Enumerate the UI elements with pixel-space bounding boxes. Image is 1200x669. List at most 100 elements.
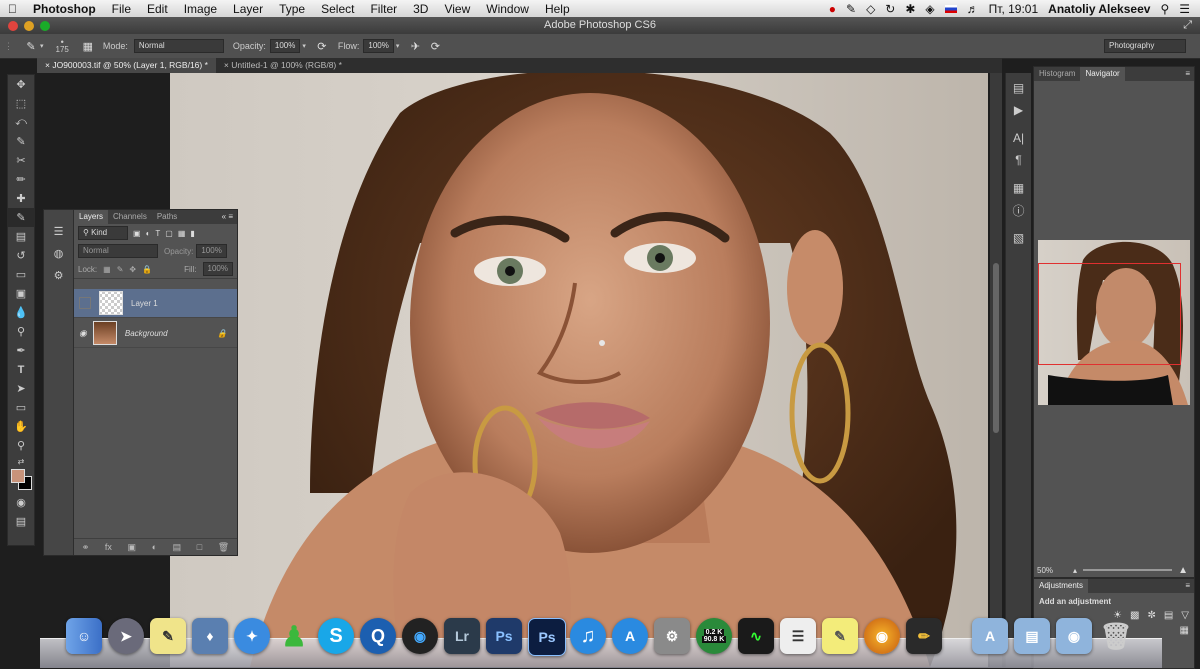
lock-all-icon[interactable]: 🔒 [142, 265, 152, 274]
menu-3d[interactable]: 3D [405, 2, 436, 16]
apple-icon[interactable]:  [0, 2, 25, 16]
tab-adjustments[interactable]: Adjustments [1034, 579, 1089, 593]
app-store-icon[interactable]: A [612, 618, 648, 654]
hand-tool-icon[interactable]: ✋ [8, 417, 34, 436]
spot-healing-tool-icon[interactable]: ✚ [8, 189, 34, 208]
activity-monitor-icon[interactable]: ∿ [738, 618, 774, 654]
menu-app-name[interactable]: Photoshop [25, 2, 104, 16]
shape-tool-icon[interactable]: ▭ [8, 398, 34, 417]
pen-tool-icon[interactable]: ✒ [8, 341, 34, 360]
add-mask-icon[interactable]: ▣ [128, 542, 137, 553]
doc-tab-inactive[interactable]: × Untitled-1 @ 100% (RGB/8) * [216, 58, 350, 73]
photoshop-icon[interactable]: Ps [486, 618, 522, 654]
workspace-select[interactable]: Photography [1104, 39, 1186, 53]
marquee-tool-icon[interactable]: ⬚ [8, 94, 34, 113]
lock-image-icon[interactable]: ✎ [117, 265, 124, 274]
close-window-button[interactable] [8, 21, 18, 31]
filter-toggle-icon[interactable]: ▮ [190, 229, 194, 238]
filter-adjustment-icon[interactable]: ◐ [146, 229, 151, 238]
layer-name[interactable]: Layer 1 [131, 299, 158, 308]
canvas-vertical-scrollbar[interactable] [990, 73, 1002, 667]
path-select-tool-icon[interactable]: ➤ [8, 379, 34, 398]
menu-type[interactable]: Type [271, 2, 313, 16]
visibility-toggle[interactable] [79, 297, 91, 309]
uploader-icon[interactable]: ◉ [864, 618, 900, 654]
new-adjustment-icon[interactable]: ◐ [152, 542, 157, 552]
itunes-dark-icon[interactable]: ◉ [402, 618, 438, 654]
info-panel-icon[interactable]: ⓘ [1006, 199, 1031, 221]
blur-tool-icon[interactable]: 💧 [8, 303, 34, 322]
history-panel-icon[interactable]: ▤ [1006, 77, 1031, 99]
lock-transparent-icon[interactable]: ▦ [103, 265, 111, 274]
tab-histogram[interactable]: Histogram [1034, 67, 1080, 81]
crop-tool-icon[interactable]: ✂ [8, 151, 34, 170]
brush-presets-icon[interactable]: ▦ [1006, 177, 1031, 199]
layers-panel-icon[interactable]: ☰ [44, 220, 73, 242]
tab-navigator[interactable]: Navigator [1080, 67, 1125, 81]
brush-preset-dropdown-icon[interactable]: ▾ [40, 42, 44, 50]
vibrance-icon[interactable]: ▽ [1181, 610, 1189, 621]
menu-help[interactable]: Help [537, 2, 578, 16]
applications-folder-icon[interactable]: A [972, 618, 1008, 654]
menu-view[interactable]: View [436, 2, 478, 16]
pressure-opacity-icon[interactable]: ⟳ [315, 39, 329, 53]
filter-shape-icon[interactable]: ▢ [165, 229, 173, 238]
safari-icon[interactable]: ✦ [234, 618, 270, 654]
lightroom-icon[interactable]: Lr [444, 618, 480, 654]
delete-layer-icon[interactable]: 🗑 [218, 542, 229, 553]
layer-style-icon[interactable]: fx [105, 542, 112, 552]
pencil-app-icon[interactable]: ✏ [906, 618, 942, 654]
menu-window[interactable]: Window [478, 2, 537, 16]
swap-colors-icon[interactable]: ⇄ [8, 455, 34, 467]
trash-icon[interactable]: 🗑 [1098, 618, 1134, 654]
clone-stamp-tool-icon[interactable]: ▤ [8, 227, 34, 246]
opacity-dropdown-icon[interactable]: ▾ [302, 42, 306, 50]
tab-channels[interactable]: Channels [108, 210, 152, 224]
dodge-tool-icon[interactable]: ⚲ [8, 322, 34, 341]
navigator-zoom-value[interactable]: 50% [1037, 566, 1053, 575]
filter-smart-object-icon[interactable]: ▦ [178, 229, 186, 238]
launchpad-icon[interactable]: ➤ [108, 618, 144, 654]
fill-field[interactable]: 100% [202, 262, 233, 276]
navigator-view-box[interactable] [1038, 263, 1181, 365]
layer-name[interactable]: Background [125, 329, 168, 338]
close-tab-icon[interactable]: × [224, 60, 229, 70]
brush-preset-icon[interactable]: ✎ [24, 39, 38, 53]
brush-size-picker[interactable]: • 175 [56, 38, 69, 54]
preview-icon[interactable]: ♦ [192, 618, 228, 654]
collapse-panel-icon[interactable]: « ≡ [222, 210, 237, 224]
type-tool-icon[interactable]: T [8, 360, 34, 379]
filter-pixel-icon[interactable]: ▣ [133, 229, 141, 238]
blend-mode-select[interactable]: Normal [78, 244, 158, 258]
gradient-tool-icon[interactable]: ▣ [8, 284, 34, 303]
actions-panel-icon[interactable]: ▶ [1006, 99, 1031, 121]
close-tab-icon[interactable]: × [45, 60, 50, 70]
layer-row-layer-1[interactable]: Layer 1 [74, 289, 237, 318]
fullscreen-icon[interactable]: ⤢ [1183, 17, 1192, 34]
scrollbar-thumb[interactable] [993, 263, 999, 433]
finder-icon[interactable]: ☺ [66, 618, 102, 654]
record-icon[interactable]: ● [829, 2, 836, 16]
new-group-icon[interactable]: ▤ [173, 542, 182, 553]
character-panel-icon[interactable]: A| [1006, 127, 1031, 149]
search-icon[interactable]: ⚲ [1160, 2, 1169, 16]
quick-mask-icon[interactable]: ◉ [8, 493, 34, 512]
clock-text[interactable]: Пт, 19:01 [989, 2, 1039, 16]
itunes-icon[interactable]: ♫ [570, 618, 606, 654]
mode-select[interactable]: Normal [133, 39, 224, 53]
menu-layer[interactable]: Layer [225, 2, 271, 16]
textedit-icon[interactable]: ☰ [780, 618, 816, 654]
input-flag-icon[interactable] [944, 4, 957, 13]
opacity-field[interactable]: 100% [269, 39, 301, 53]
airbrush-icon[interactable]: ✈ [408, 39, 422, 53]
document-canvas[interactable] [170, 73, 988, 667]
flow-field[interactable]: 100% [363, 39, 394, 53]
brush-panel-toggle-icon[interactable]: ▦ [81, 39, 95, 53]
menu-file[interactable]: File [104, 2, 139, 16]
paths-panel-icon[interactable]: ⚙ [44, 264, 73, 286]
quick-select-tool-icon[interactable]: ✎ [8, 132, 34, 151]
eyedropper-tool-icon[interactable]: ✏ [8, 170, 34, 189]
flow-dropdown-icon[interactable]: ▾ [396, 42, 400, 50]
evernote-icon[interactable]: ✎ [846, 2, 856, 16]
lasso-tool-icon[interactable]: ⤺ [8, 113, 34, 132]
